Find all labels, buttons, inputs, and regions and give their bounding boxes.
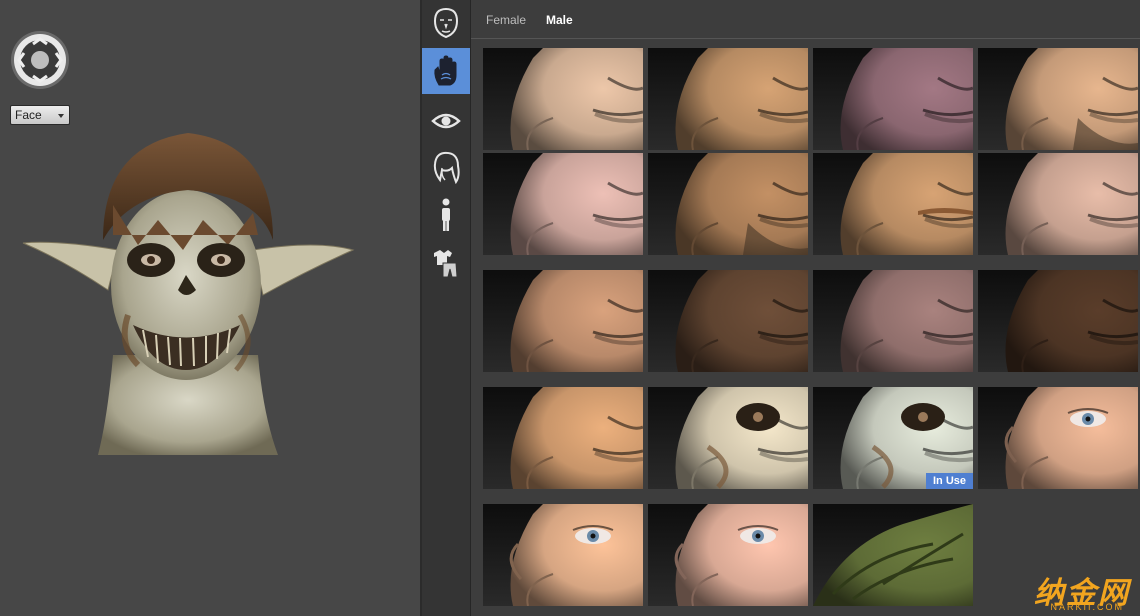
face-preview-image (648, 387, 808, 489)
tab-male[interactable]: Male (546, 13, 573, 27)
avatar-3d-model[interactable] (18, 125, 358, 465)
tab-female[interactable]: Female (486, 13, 526, 27)
face-preview-image (813, 504, 973, 606)
skin-thumbnail[interactable]: In Use (813, 387, 973, 489)
skin-thumbnail[interactable] (648, 48, 808, 150)
face-preview-image (483, 504, 643, 606)
hair-icon (433, 151, 460, 184)
face-preview-image (648, 270, 808, 372)
face-preview-image (813, 153, 973, 255)
eye-icon (431, 113, 461, 129)
skin-thumbnail[interactable] (483, 48, 643, 150)
skin-thumbnail[interactable] (648, 387, 808, 489)
watermark-url-text: NARKII.COM (1050, 602, 1124, 612)
hand-icon (434, 55, 457, 86)
skin-thumbnail[interactable] (483, 504, 643, 606)
camera-navigation-control[interactable] (10, 30, 70, 90)
view-mode-select[interactable]: Face (10, 105, 70, 125)
face-preview-image (483, 153, 643, 255)
clothing-category-button[interactable] (422, 240, 470, 286)
face-preview-image (648, 504, 808, 606)
eyes-category-button[interactable] (422, 98, 470, 144)
skin-thumbnail[interactable] (813, 48, 973, 150)
chevron-down-icon (58, 114, 64, 118)
face-preview-image (978, 387, 1138, 489)
skin-thumbnail[interactable] (483, 270, 643, 372)
skin-thumbnail[interactable] (978, 48, 1138, 150)
face-preview-image (483, 387, 643, 489)
face-preview-image (978, 153, 1138, 255)
face-preview-image (813, 48, 973, 150)
face-preview-image (978, 48, 1138, 150)
skin-category-button[interactable] (422, 48, 470, 94)
skin-thumbnail[interactable] (978, 387, 1138, 489)
clothing-icon (434, 250, 458, 278)
gender-tabs: Female Male (471, 0, 1140, 39)
watermark-logo: 纳金网 NARKII.COM (990, 568, 1130, 612)
skin-thumbnail[interactable] (648, 504, 808, 606)
skin-thumbnail[interactable] (813, 153, 973, 255)
body-category-button[interactable] (422, 192, 470, 238)
skin-catalog: Female Male In Use 纳金网 NARKII.COM (471, 0, 1140, 616)
avatar-viewport[interactable]: Face (0, 0, 420, 616)
face-preview-image (648, 48, 808, 150)
head-category-button[interactable] (422, 0, 470, 46)
face-preview-image (813, 270, 973, 372)
in-use-badge: In Use (925, 473, 973, 489)
face-preview-image (978, 270, 1138, 372)
person-icon (442, 198, 450, 231)
skin-thumbnail[interactable] (978, 153, 1138, 255)
category-rail (422, 0, 471, 616)
skin-thumbnail[interactable] (813, 504, 973, 606)
skin-thumbnail[interactable] (648, 153, 808, 255)
skin-thumbnail[interactable] (483, 153, 643, 255)
head-icon (433, 7, 459, 39)
face-preview-image (483, 270, 643, 372)
skin-thumbnail[interactable] (813, 270, 973, 372)
face-preview-image (648, 153, 808, 255)
view-mode-value: Face (15, 108, 42, 122)
skin-thumbnail[interactable] (483, 387, 643, 489)
hair-category-button[interactable] (422, 144, 470, 190)
skin-thumbnail[interactable] (648, 270, 808, 372)
skin-thumbnail[interactable] (978, 270, 1138, 372)
face-preview-image (483, 48, 643, 150)
